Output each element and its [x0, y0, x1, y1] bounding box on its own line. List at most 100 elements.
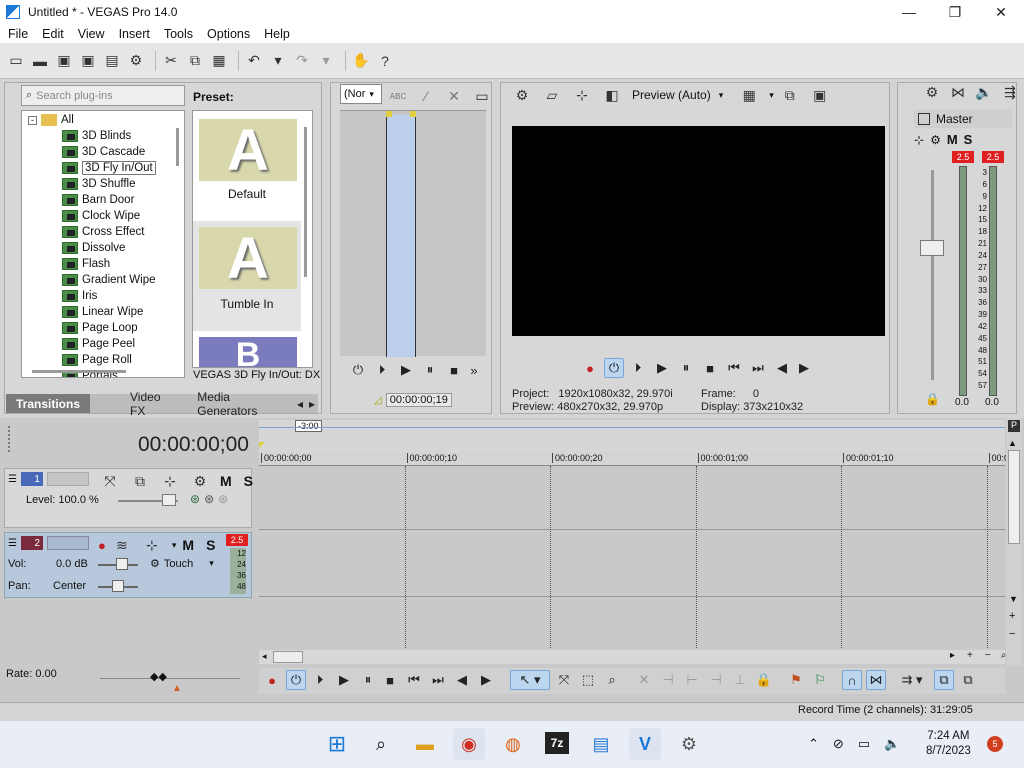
track-motion-icon[interactable]: ⤧	[100, 471, 120, 491]
pause-icon[interactable]: ⏸	[676, 358, 696, 378]
notification-badge[interactable]: 5	[987, 736, 1003, 752]
menu-help[interactable]: Help	[264, 27, 290, 41]
next-frame-icon[interactable]: ▶	[794, 358, 814, 378]
settings-icon[interactable]: ⚙	[673, 728, 705, 760]
video-track-lane[interactable]	[259, 466, 1005, 530]
trim-end-icon[interactable]: ⊣	[706, 670, 726, 690]
timeline-gripper[interactable]	[8, 426, 10, 452]
search-icon[interactable]: ⌕	[365, 728, 397, 760]
play-icon[interactable]: ▶	[652, 358, 672, 378]
tree-root[interactable]: - All	[28, 112, 74, 128]
previous-frame-icon[interactable]: ◀	[772, 358, 792, 378]
plugin-item[interactable]: Page Roll	[62, 352, 132, 368]
master-solo-button[interactable]: S	[964, 132, 973, 147]
chevron-down-icon[interactable]: ▾	[209, 558, 214, 569]
chevron-down-icon[interactable]: ▾	[172, 540, 177, 551]
scroll-left-icon[interactable]: ◂	[262, 651, 267, 662]
grid-icon[interactable]: ▦	[739, 85, 759, 105]
h-scroll-thumb[interactable]	[273, 651, 303, 663]
notepad-icon[interactable]: ▤	[585, 728, 617, 760]
master-fader-handle[interactable]	[920, 240, 944, 256]
help-icon[interactable]: ?	[375, 51, 395, 71]
open-icon[interactable]: ▬	[30, 51, 50, 71]
play-from-start-icon[interactable]: ⏵	[310, 670, 330, 690]
selection-tool-icon[interactable]: ⬚	[578, 670, 598, 690]
cut-icon[interactable]: ✂	[161, 51, 181, 71]
redo-dropdown-icon[interactable]: ▾	[316, 51, 336, 71]
next-frame-icon[interactable]: ▶	[476, 670, 496, 690]
compositing-icon[interactable]: ⊹	[160, 471, 180, 491]
undo-dropdown-icon[interactable]: ▾	[268, 51, 288, 71]
master-bypass-icon[interactable]	[918, 113, 930, 125]
collapse-track-icon[interactable]: ☰	[8, 474, 17, 485]
automation-gear-icon[interactable]: ⚙	[150, 557, 160, 570]
go-to-end-icon[interactable]: ⏭	[428, 670, 448, 690]
go-to-end-icon[interactable]: ⏭	[748, 358, 768, 378]
play-icon[interactable]: ▶	[396, 360, 416, 380]
video-track-mute-button[interactable]: M	[220, 473, 232, 489]
lock-events-icon[interactable]: 🔒	[754, 670, 774, 690]
plugin-item[interactable]: Cross Effect	[62, 224, 144, 240]
copy-icon[interactable]: ⧉	[185, 51, 205, 71]
stop-icon[interactable]: ■	[700, 358, 720, 378]
previous-frame-icon[interactable]: ◀	[452, 670, 472, 690]
preset-default[interactable]: A Default	[193, 111, 301, 219]
tab-transitions[interactable]: Transitions	[6, 394, 91, 413]
trimmer-track-area[interactable]	[340, 110, 486, 357]
show-hidden-icons-icon[interactable]: ⌃	[808, 736, 819, 752]
display-icon[interactable]: ▭	[858, 736, 870, 752]
audio-track-name-field[interactable]	[46, 536, 89, 550]
tab-video-fx[interactable]: Video FX	[120, 390, 181, 418]
undo-icon[interactable]: ↶	[244, 51, 264, 71]
track-fx-chain-icon[interactable]: ⊹	[142, 535, 162, 555]
stop-icon[interactable]: ■	[444, 360, 464, 380]
tab-scroll-right-icon[interactable]: ▸	[306, 397, 318, 411]
zoom-in-horizontal-icon[interactable]: +	[967, 650, 973, 661]
trimmer-display-icon[interactable]: ▭	[472, 86, 492, 106]
plugin-item[interactable]: Gradient Wipe	[62, 272, 156, 288]
split-screen-icon[interactable]: ⊹	[572, 85, 592, 105]
master-fader-track[interactable]	[931, 170, 934, 380]
tab-scroll-left-icon[interactable]: ◂	[294, 397, 306, 411]
volume-slider-handle[interactable]	[116, 558, 128, 570]
plugin-item[interactable]: 3D Shuffle	[62, 176, 136, 192]
plugin-item[interactable]: Clock Wipe	[62, 208, 140, 224]
preset-v-scrollbar[interactable]	[304, 127, 307, 277]
in-point-icon[interactable]: ◿	[374, 395, 382, 406]
menu-view[interactable]: View	[78, 27, 105, 41]
network-off-icon[interactable]: ⊘	[833, 736, 844, 752]
pause-icon[interactable]: ⏸	[358, 670, 378, 690]
tree-v-scrollbar[interactable]	[176, 128, 179, 166]
play-from-start-icon[interactable]: ⏵	[372, 360, 392, 380]
trimmer-wand-icon[interactable]: ⁄	[416, 86, 436, 106]
menu-insert[interactable]: Insert	[119, 27, 150, 41]
menu-edit[interactable]: Edit	[42, 27, 64, 41]
split-icon[interactable]: ⊥	[730, 670, 750, 690]
zoom-in-vertical-icon[interactable]: +	[1009, 610, 1015, 622]
firefox-icon[interactable]: ◍	[497, 728, 529, 760]
external-monitor-icon[interactable]: ▱	[542, 85, 562, 105]
plugin-tree[interactable]: - All 3D Blinds 3D Cascade 3D Fly In/Out 3D…	[21, 110, 185, 378]
volume-icon[interactable]: 🔈	[884, 736, 900, 752]
tree-h-scrollbar[interactable]	[32, 370, 126, 373]
compositing-mode-icon[interactable]: ⊛	[190, 492, 200, 506]
video-level-slider-handle[interactable]	[162, 494, 176, 506]
plugin-search-input[interactable]: ⌕ Search plug-ins	[21, 85, 185, 106]
master-fx-icon[interactable]: ⋈	[948, 82, 968, 102]
loop-marker-icon[interactable]	[386, 111, 416, 117]
save-as-icon[interactable]: ▣	[78, 51, 98, 71]
plugin-item[interactable]: 3D Blinds	[62, 128, 131, 144]
paste-icon[interactable]: ▦	[209, 51, 229, 71]
preview-properties-icon[interactable]: ⚙	[512, 85, 532, 105]
audio-track-clip[interactable]: 2.5	[226, 534, 248, 546]
copy-snapshot-icon[interactable]: ⧉	[780, 85, 800, 105]
plugin-item[interactable]: Iris	[62, 288, 97, 304]
make-compositing-parent-icon[interactable]: ⊛	[218, 492, 228, 506]
track-properties-icon[interactable]: ⚙	[190, 471, 210, 491]
record-icon[interactable]: ●	[262, 670, 282, 690]
lock-envelopes-icon[interactable]: ⧉	[934, 670, 954, 690]
plugin-item[interactable]: 3D Cascade	[62, 144, 145, 160]
collapse-track-icon[interactable]: ☰	[8, 538, 17, 549]
timeline-v-scrollbar[interactable]: P ▲ ▼ + −	[1006, 418, 1022, 666]
plugin-item[interactable]: Page Peel	[62, 336, 135, 352]
